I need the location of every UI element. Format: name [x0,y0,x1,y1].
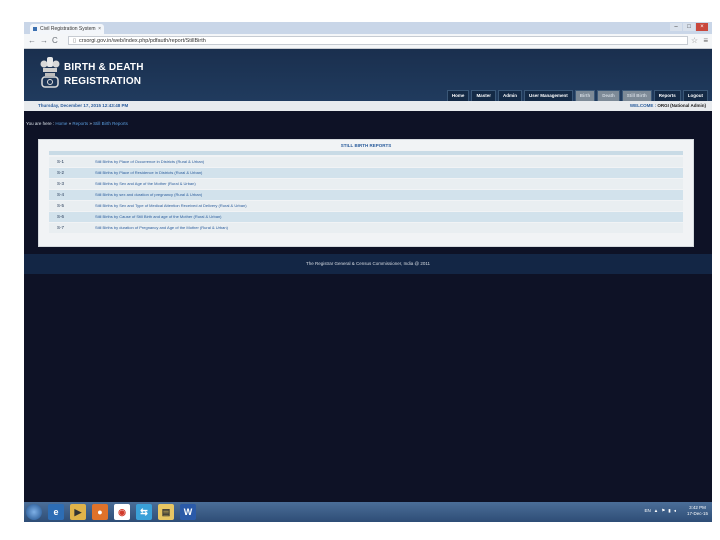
report-link[interactable]: Still Births by Cause of Still Birth and… [95,212,222,222]
media-player-icon[interactable]: ▶ [70,504,86,520]
maximize-button[interactable]: □ [683,23,695,31]
taskbar: e ▶ ● ◉ ⇆ ▤ W EN ▲ ⚑ ▮ ◂ 3:42 PM 17-Dec-… [24,502,712,522]
report-link[interactable]: Still Births by duration of Pregnancy an… [95,223,228,233]
network-status-icon[interactable]: ▮ [668,508,670,514]
breadcrumb: You are here : Home » Reports » Still Bi… [26,121,128,126]
report-row[interactable]: S-6 Still Births by Cause of Still Birth… [49,212,683,222]
site-header: BIRTH & DEATH REGISTRATION Home Master A… [24,49,712,102]
url-text: crsorgi.gov.in/web/index.php/pdfauth/rep… [79,38,206,44]
firefox-icon[interactable]: ● [92,504,108,520]
report-code: S-5 [57,203,65,208]
report-code: S-1 [57,159,65,164]
bookmark-star-icon[interactable]: ☆ [691,36,698,46]
report-code: S-6 [57,214,65,219]
report-row[interactable]: S-1 Still Births by Place of Occurrence … [49,157,683,167]
breadcrumb-reports[interactable]: Reports [72,121,88,126]
minimize-button[interactable]: – [670,23,682,31]
language-indicator[interactable]: EN [644,508,650,514]
report-link[interactable]: Still Births by Place of Occurrence in D… [95,157,204,167]
window-controls: – □ × [670,23,708,32]
report-row[interactable]: S-5 Still Births by Sex and Type of Medi… [49,201,683,211]
url-field[interactable]: ▯ crsorgi.gov.in/web/index.php/pdfauth/re… [68,36,688,45]
report-code: S-2 [57,170,65,175]
brand-title-line1: BIRTH & DEATH [64,62,144,73]
word-icon[interactable]: W [180,504,196,520]
chrome-icon[interactable]: ◉ [114,504,130,520]
welcome-label: WELCOME : [629,103,657,108]
breadcrumb-home[interactable]: Home [55,121,67,126]
report-code: S-4 [57,192,65,197]
report-link[interactable]: Still Births by sex and duration of preg… [95,190,202,200]
clock-date: 17-Dec-15 [686,511,708,516]
report-link[interactable]: Still Births by Place of Residence in Di… [95,168,202,178]
flag-icon[interactable]: ⚑ [661,508,665,514]
reports-title: STILL BIRTH REPORTS [340,143,392,148]
report-row[interactable]: S-3 Still Births by Sex and Age of the M… [49,179,683,189]
report-code: S-3 [57,181,65,186]
breadcrumb-current[interactable]: Still Birth Reports [93,121,128,126]
explorer-icon[interactable]: ▤ [158,504,174,520]
site-footer: The Registrar General & Census Commissio… [24,254,712,274]
welcome-text: WELCOME : ORGI (National Admin) [630,101,706,111]
start-button[interactable] [26,504,42,520]
report-row[interactable]: S-7 Still Births by duration of Pregnanc… [49,223,683,233]
tab-strip: Civil Registration System × – □ × [24,22,712,34]
forward-button[interactable]: → [40,36,48,46]
report-row[interactable]: S-4 Still Births by sex and duration of … [49,190,683,200]
site-favicon-icon [33,27,37,31]
show-hidden-icons-icon[interactable]: ▲ [654,508,658,514]
taskbar-clock[interactable]: 3:42 PM 17-Dec-15 [687,505,708,517]
breadcrumb-prefix: You are here : [26,121,56,126]
close-window-button[interactable]: × [696,23,708,31]
browser-tab[interactable]: Civil Registration System × [30,24,104,34]
report-link[interactable]: Still Births by Sex and Type of Medical … [95,201,247,211]
network-icon[interactable]: ⇆ [136,504,152,520]
tab-close-icon[interactable]: × [98,24,101,34]
report-link[interactable]: Still Births by Sex and Age of the Mothe… [95,179,196,189]
reports-panel: STILL BIRTH REPORTS S-1 Still Births by … [38,139,694,247]
info-bar: Thursday, December 17, 2015 12:43:48 PM … [24,101,712,111]
report-code: S-7 [57,225,65,230]
browser-window: Civil Registration System × – □ × ← → C … [24,22,712,522]
ie-icon[interactable]: e [48,504,64,520]
brand-title-line2: REGISTRATION [64,76,142,87]
address-bar: ← → C ▯ crsorgi.gov.in/web/index.php/pdfa… [24,34,712,49]
tab-title: Civil Registration System [40,26,96,32]
volume-icon[interactable]: ◂ [674,508,676,514]
page-icon: ▯ [73,38,77,44]
report-row[interactable]: S-2 Still Births by Place of Residence i… [49,168,683,178]
national-emblem-icon [40,57,60,88]
reload-button[interactable]: C [52,36,58,46]
back-button[interactable]: ← [28,36,36,46]
settings-menu-icon[interactable]: ≡ [703,36,708,46]
welcome-user: ORGI (National Admin) [657,103,706,108]
table-header [49,151,683,155]
date-time: Thursday, December 17, 2015 12:43:48 PM [38,103,129,108]
system-tray: EN ▲ ⚑ ▮ ◂ [644,508,676,514]
